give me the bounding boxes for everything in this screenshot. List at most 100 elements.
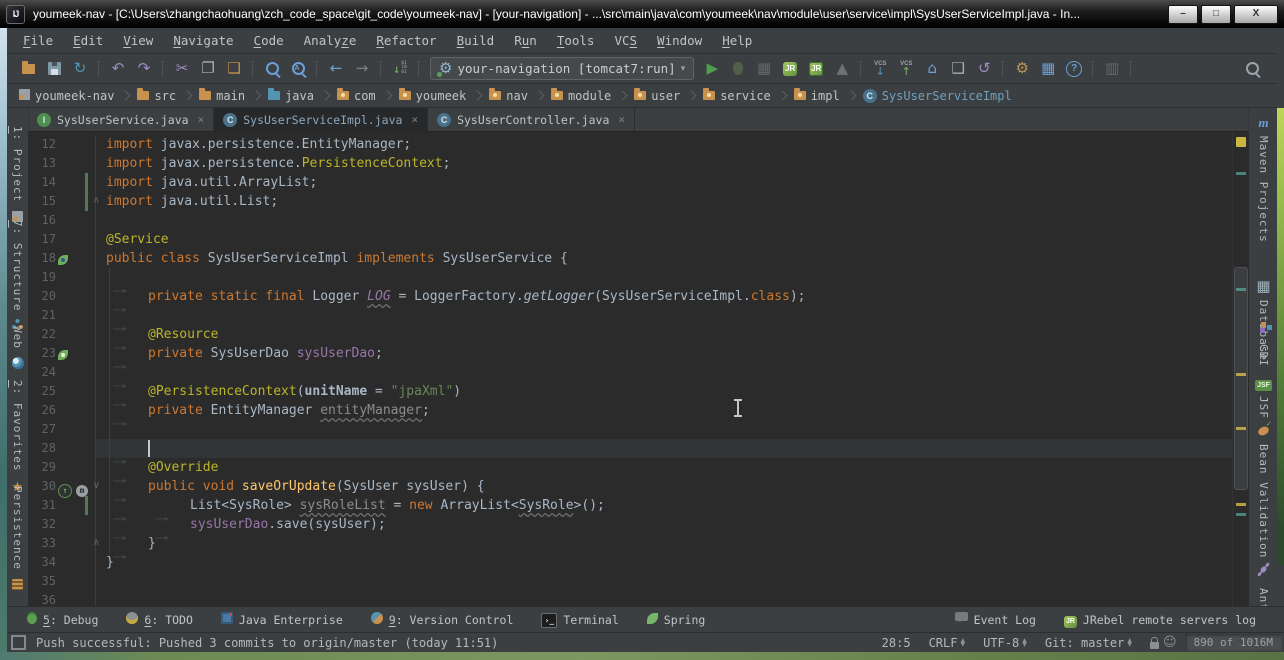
- code-line[interactable]: 14import java.util.ArrayList;: [28, 173, 1232, 192]
- scrollbar-mark[interactable]: [1236, 503, 1246, 506]
- project-structure-button[interactable]: ▦: [1035, 58, 1061, 80]
- breadcrumb-item-com[interactable]: com: [337, 89, 376, 103]
- code-line[interactable]: 34}: [28, 553, 1232, 572]
- tool-stripe-tab-bean-validation[interactable]: Bean Validation: [1249, 420, 1278, 558]
- code-text[interactable]: @Resource: [106, 325, 218, 344]
- menu-item-window[interactable]: Window: [647, 30, 712, 51]
- deploy-button[interactable]: ⌂: [919, 58, 945, 80]
- code-line[interactable]: 24: [28, 363, 1232, 382]
- menu-item-view[interactable]: View: [113, 30, 163, 51]
- code-text[interactable]: private static final Logger LOG = Logger…: [106, 287, 806, 306]
- code-text[interactable]: }: [106, 534, 156, 553]
- rollback-button[interactable]: ↺: [971, 58, 997, 80]
- fold-marker[interactable]: ∨: [93, 479, 100, 493]
- encoding-selector[interactable]: UTF-8▲▼: [983, 636, 1027, 650]
- code-text[interactable]: }: [106, 553, 114, 572]
- code-text[interactable]: public class SysUserServiceImpl implemen…: [106, 249, 568, 268]
- tool-stripe-tab-web[interactable]: Web: [7, 326, 28, 373]
- breadcrumb-item-impl[interactable]: impl: [794, 89, 840, 103]
- menu-item-tools[interactable]: Tools: [547, 30, 605, 51]
- commit-changes-button[interactable]: VCS↑: [893, 58, 919, 80]
- tab-close-icon[interactable]: ×: [618, 113, 625, 126]
- toolwindow-toggle-icon[interactable]: [11, 635, 26, 650]
- remote-host-button[interactable]: ❑: [945, 58, 971, 80]
- breadcrumb-item-main[interactable]: main: [199, 89, 245, 103]
- editor-tab-sysuserservice-java[interactable]: ISysUserService.java×: [28, 108, 214, 131]
- code-line[interactable]: 28: [28, 439, 1232, 458]
- bottom-tab-java-enterprise[interactable]: Java Enterprise: [221, 612, 343, 627]
- menu-item-edit[interactable]: Edit: [63, 30, 113, 51]
- code-text[interactable]: [106, 268, 148, 287]
- menu-item-analyze[interactable]: Analyze: [294, 30, 367, 51]
- editor[interactable]: 12import javax.persistence.EntityManager…: [28, 132, 1232, 606]
- back-button[interactable]: ←: [323, 58, 349, 80]
- profile-button[interactable]: ▲: [829, 58, 855, 80]
- code-text[interactable]: private EntityManager entityManager;: [106, 401, 430, 420]
- tool-stripe-tab-cdi[interactable]: CDI: [1249, 320, 1278, 367]
- code-text[interactable]: [106, 439, 148, 458]
- breadcrumb-item-src[interactable]: src: [137, 89, 176, 103]
- hector-inspector-icon[interactable]: ☺: [1163, 635, 1177, 650]
- code-text[interactable]: @PersistenceContext(unitName = "jpaXml"): [106, 382, 461, 401]
- fold-marker[interactable]: ∧: [93, 536, 100, 550]
- paste-button[interactable]: ❏: [221, 58, 247, 80]
- run-button[interactable]: ▶: [699, 58, 725, 80]
- run-configuration-selector[interactable]: ⚙your-navigation [tomcat7:run]▾: [430, 57, 694, 80]
- menu-item-navigate[interactable]: Navigate: [163, 30, 243, 51]
- update-project-button[interactable]: VCS↓: [867, 58, 893, 80]
- copy-button[interactable]: ❐: [195, 58, 221, 80]
- code-line[interactable]: 36: [28, 591, 1232, 606]
- vcs-branch-widget[interactable]: Git: master▲▼: [1045, 636, 1132, 650]
- code-text[interactable]: sysUserDao.save(sysUser);: [106, 515, 386, 534]
- scrollbar-mark[interactable]: [1236, 172, 1246, 175]
- code-line[interactable]: 18public class SysUserServiceImpl implem…: [28, 249, 1232, 268]
- menu-item-file[interactable]: File: [13, 30, 63, 51]
- code-line[interactable]: 19: [28, 268, 1232, 287]
- forward-button[interactable]: →: [349, 58, 375, 80]
- code-text[interactable]: import javax.persistence.EntityManager;: [106, 135, 411, 154]
- settings-button[interactable]: ⚙: [1009, 58, 1035, 80]
- memory-indicator[interactable]: 890 of 1016M: [1185, 634, 1282, 651]
- breadcrumb-item-youmeek[interactable]: youmeek: [399, 89, 467, 103]
- code-line[interactable]: 25@PersistenceContext(unitName = "jpaXml…: [28, 382, 1232, 401]
- bottom-tab-terminal[interactable]: ›_Terminal: [541, 612, 618, 628]
- code-line[interactable]: 12import javax.persistence.EntityManager…: [28, 135, 1232, 154]
- breadcrumb-item-nav[interactable]: nav: [489, 89, 528, 103]
- menu-item-refactor[interactable]: Refactor: [366, 30, 446, 51]
- code-line[interactable]: 15∧import java.util.List;: [28, 192, 1232, 211]
- code-text[interactable]: import javax.persistence.PersistenceCont…: [106, 154, 450, 173]
- bottom-tab-5-debug[interactable]: 5: Debug: [27, 612, 98, 627]
- code-text[interactable]: import java.util.ArrayList;: [106, 173, 317, 192]
- jrebel-debug-button[interactable]: JR: [803, 58, 829, 80]
- recent-changes-button[interactable]: ↓011001: [387, 58, 413, 80]
- jrebel-run-button[interactable]: JR: [777, 58, 803, 80]
- tool-stripe-tab-maven-projects[interactable]: mMaven Projects: [1249, 112, 1278, 243]
- find-button[interactable]: [259, 58, 285, 80]
- breadcrumb-item-user[interactable]: user: [634, 89, 680, 103]
- editor-tab-sysusercontroller-java[interactable]: CSysUserController.java×: [428, 108, 635, 131]
- code-text[interactable]: @Service: [106, 230, 169, 249]
- code-text[interactable]: private SysUserDao sysUserDao;: [106, 344, 383, 363]
- bottom-tab-event-log[interactable]: Event Log: [955, 612, 1036, 628]
- code-text[interactable]: public void saveOrUpdate(SysUser sysUser…: [106, 477, 485, 496]
- caret-position[interactable]: 28:5: [882, 636, 911, 650]
- tool-stripe-tab-ant[interactable]: Ant: [1249, 560, 1278, 611]
- synchronize-button[interactable]: ↻: [67, 58, 93, 80]
- code-text[interactable]: [106, 420, 148, 439]
- code-line[interactable]: 31List<SysRole> sysRoleList = new ArrayL…: [28, 496, 1232, 515]
- menu-item-code[interactable]: Code: [244, 30, 294, 51]
- menu-item-run[interactable]: Run: [504, 30, 547, 51]
- close-button[interactable]: X: [1234, 5, 1278, 24]
- code-line[interactable]: 26private EntityManager entityManager;: [28, 401, 1232, 420]
- bottom-tab-6-todo[interactable]: 6: TODO: [126, 612, 192, 627]
- readonly-lock-icon[interactable]: [1150, 642, 1159, 649]
- code-text[interactable]: List<SysRole> sysRoleList = new ArrayLis…: [106, 496, 605, 515]
- editor-tab-sysuserserviceimpl-java[interactable]: CSysUserServiceImpl.java×: [214, 108, 428, 131]
- code-line[interactable]: 16: [28, 211, 1232, 230]
- undo-button[interactable]: ↶: [105, 58, 131, 80]
- save-all-button[interactable]: [41, 58, 67, 80]
- tab-close-icon[interactable]: ×: [198, 113, 205, 126]
- run-with-coverage-button[interactable]: ▦: [751, 58, 777, 80]
- bottom-tab-spring[interactable]: Spring: [647, 613, 706, 627]
- line-ending-selector[interactable]: CRLF▲▼: [929, 636, 966, 650]
